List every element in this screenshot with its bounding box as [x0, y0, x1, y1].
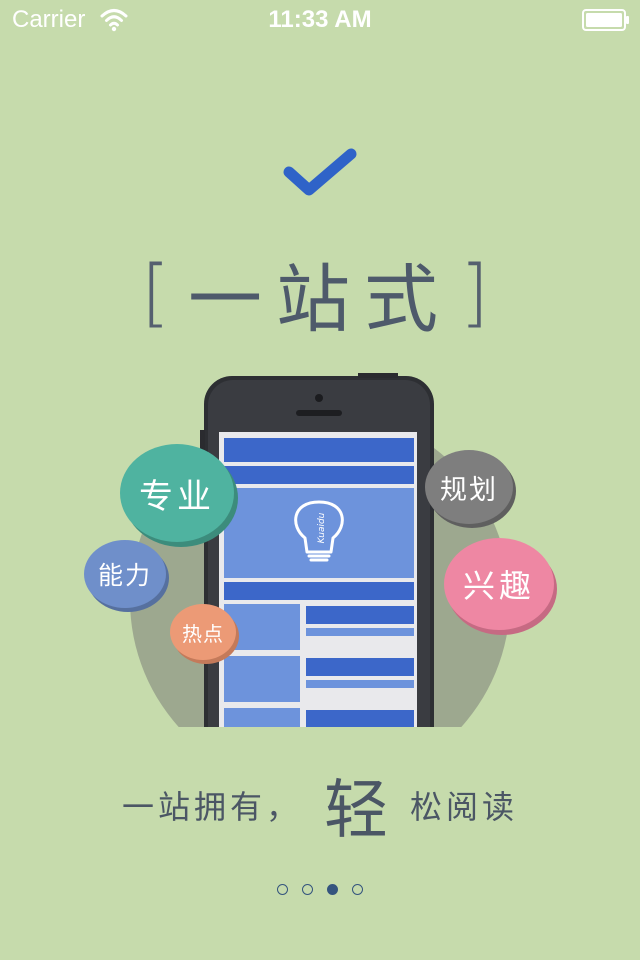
bubble-nengli: 能力: [84, 540, 166, 608]
slogan: 一站拥有， 轻 松阅读: [0, 760, 640, 850]
heading-title: 一站式: [188, 256, 452, 343]
slogan-part2: 松阅读: [410, 788, 519, 826]
page-indicator[interactable]: [0, 884, 640, 900]
status-time: 11:33 AM: [268, 6, 372, 33]
battery-icon: [582, 9, 629, 31]
page-heading: [ 一站式 ]: [0, 248, 640, 343]
slogan-emphasis: 轻: [324, 774, 388, 848]
bulb-text: Kuaidu: [317, 512, 327, 543]
bubble-xingqu: 兴趣: [444, 538, 554, 630]
page-dot[interactable]: [352, 884, 363, 895]
page-dot[interactable]: [327, 884, 338, 895]
status-bar: Carrier 11:33 AM: [0, 0, 640, 40]
slogan-part1: 一站拥有，: [121, 788, 302, 826]
illustration: Kuaidu 专业 规划 能力 兴趣 热点: [0, 370, 640, 730]
bubble-zhuanye: 专业: [120, 444, 234, 542]
page-dot[interactable]: [302, 884, 313, 895]
heading-bracket-left: [: [141, 250, 180, 336]
bubble-redian: 热点: [170, 604, 236, 660]
checkmark-icon: [283, 148, 357, 196]
bubble-guihua: 规划: [425, 450, 513, 524]
heading-bracket-right: ]: [460, 250, 499, 336]
page-dot[interactable]: [277, 884, 288, 895]
